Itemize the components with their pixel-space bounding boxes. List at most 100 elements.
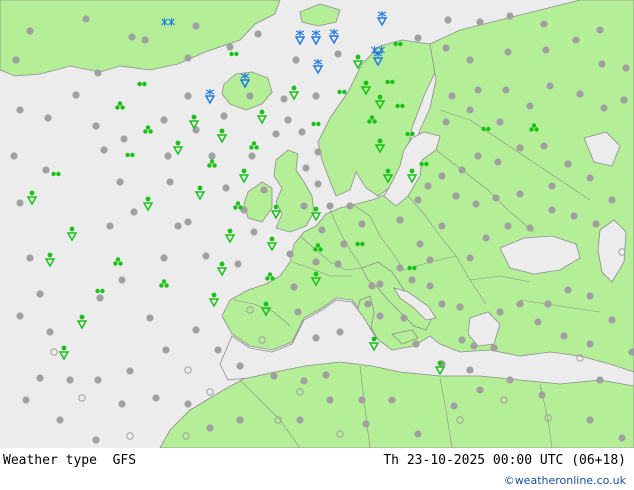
cloudy-dot	[346, 202, 354, 210]
cloudy-dot	[466, 106, 474, 114]
cloudy-dot	[526, 224, 534, 232]
cloudy-dot	[36, 290, 44, 298]
cloudy-dot	[426, 282, 434, 290]
cloudy-dot	[184, 400, 192, 408]
cloudy-dot	[572, 36, 580, 44]
cloudy-dot	[192, 22, 200, 30]
cloudy-dot	[618, 434, 626, 442]
cloudy-dot	[458, 166, 466, 174]
cloudy-dot	[608, 316, 616, 324]
cloudy-dot	[400, 314, 408, 322]
cloudy-dot	[482, 234, 490, 242]
cloudy-dot	[42, 166, 50, 174]
cloudy-dot	[166, 178, 174, 186]
cloudy-dot	[476, 386, 484, 394]
cloudy-dot	[364, 300, 372, 308]
cloudy-dot	[184, 92, 192, 100]
cloudy-dot	[586, 174, 594, 182]
cloudy-dot	[236, 416, 244, 424]
cloudy-dot	[396, 264, 404, 272]
cloudy-dot	[358, 396, 366, 404]
cloudy-dot	[92, 122, 100, 130]
cloudy-dot	[160, 254, 168, 262]
cloudy-dot	[424, 182, 432, 190]
cloudy-dot	[334, 50, 342, 58]
cloudy-dot	[540, 142, 548, 150]
cloudy-dot	[12, 56, 20, 64]
cloudy-dot	[174, 222, 182, 230]
cloudy-dot	[94, 69, 102, 77]
cloudy-dot	[586, 340, 594, 348]
cloudy-dot	[548, 182, 556, 190]
cloudy-dot	[548, 206, 556, 214]
cloudy-dot	[472, 200, 480, 208]
cloudy-dot	[450, 402, 458, 410]
cloudy-dot	[516, 144, 524, 152]
cloudy-dot	[96, 294, 104, 302]
cloudy-dot	[442, 44, 450, 52]
cloudy-dot	[544, 300, 552, 308]
cloudy-dot	[570, 212, 578, 220]
cloudy-dot	[234, 260, 242, 268]
cloudy-dot	[82, 15, 90, 23]
credit-link[interactable]: ©weatheronline.co.uk	[504, 474, 626, 487]
cloudy-dot	[496, 118, 504, 126]
cloudy-dot	[326, 396, 334, 404]
cloudy-dot	[490, 344, 498, 352]
cloudy-dot	[236, 362, 244, 370]
cloudy-dot	[10, 152, 18, 160]
cloudy-dot	[72, 91, 80, 99]
cloudy-dot	[222, 184, 230, 192]
cloudy-dot	[312, 334, 320, 342]
cloudy-dot	[474, 86, 482, 94]
cloudy-dot	[270, 372, 278, 380]
cloudy-dot	[312, 92, 320, 100]
cloudy-dot	[94, 376, 102, 384]
cloudy-dot	[118, 276, 126, 284]
cloudy-dot	[296, 416, 304, 424]
cloudy-dot	[540, 20, 548, 28]
cloudy-dot	[426, 256, 434, 264]
cloudy-dot	[260, 186, 268, 194]
cloudy-dot	[388, 396, 396, 404]
cloudy-dot	[116, 178, 124, 186]
cloudy-dot	[564, 160, 572, 168]
cloudy-dot	[476, 18, 484, 26]
cloudy-dot	[538, 391, 546, 399]
cloudy-dot	[326, 202, 334, 210]
cloudy-dot	[214, 346, 222, 354]
cloudy-dot	[280, 95, 288, 103]
cloudy-dot	[586, 416, 594, 424]
cloudy-dot	[492, 194, 500, 202]
cloudy-dot	[592, 220, 600, 228]
cloudy-dot	[496, 308, 504, 316]
cloudy-dot	[458, 336, 466, 344]
cloudy-dot	[246, 92, 254, 100]
cloudy-dot	[474, 152, 482, 160]
cloudy-dot	[26, 254, 34, 262]
cloudy-dot	[414, 196, 422, 204]
cloudy-dot	[368, 282, 376, 290]
cloudy-dot	[184, 218, 192, 226]
cloudy-dot	[412, 340, 420, 348]
cloudy-dot	[120, 135, 128, 143]
cloudy-dot	[396, 216, 404, 224]
cloudy-dot	[542, 46, 550, 54]
valid-time: Th 23-10-2025 00:00 UTC (06+18)	[383, 453, 626, 468]
cloudy-dot	[248, 152, 256, 160]
cloudy-dot	[66, 376, 74, 384]
cloudy-dot	[206, 424, 214, 432]
cloudy-dot	[560, 332, 568, 340]
cloudy-dot	[208, 152, 216, 160]
cloudy-dot	[146, 314, 154, 322]
cloudy-dot	[302, 164, 310, 172]
cloudy-dot	[504, 222, 512, 230]
cloudy-dot	[600, 104, 608, 112]
cloudy-dot	[284, 116, 292, 124]
cloudy-dot	[466, 366, 474, 374]
cloudy-dot	[596, 376, 604, 384]
cloudy-dot	[456, 303, 464, 311]
cloudy-dot	[294, 308, 302, 316]
cloudy-dot	[376, 312, 384, 320]
cloudy-dot	[452, 192, 460, 200]
